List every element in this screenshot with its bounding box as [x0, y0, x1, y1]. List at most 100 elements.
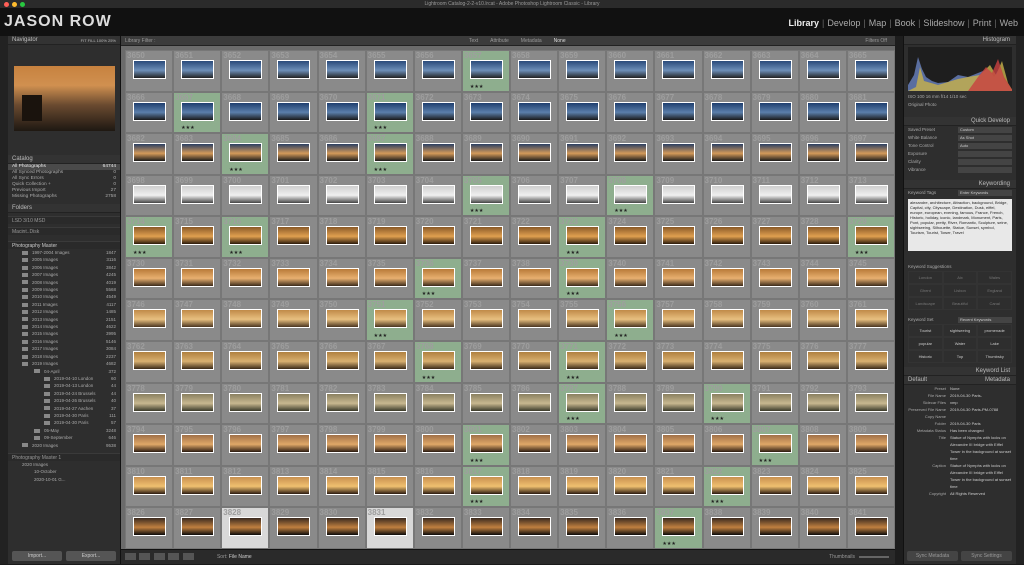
thumbnail-image[interactable]	[518, 392, 551, 412]
thumbnail-image[interactable]	[710, 309, 744, 329]
quick-develop-control[interactable]: As Shot	[958, 135, 1012, 141]
grid-cell[interactable]: 3694	[702, 133, 751, 175]
thumbnail-image[interactable]	[806, 517, 840, 537]
grid-cell[interactable]: 3765	[269, 341, 318, 383]
grid-cell[interactable]: 3709	[654, 174, 703, 217]
thumbnail-image[interactable]	[133, 351, 166, 371]
grid-cell[interactable]: 3710	[702, 174, 751, 217]
thumbnail-image[interactable]	[229, 475, 263, 495]
grid-cell[interactable]: 3733	[269, 257, 318, 300]
module-slideshow[interactable]: Slideshow	[921, 18, 966, 28]
thumbnail-image[interactable]	[421, 267, 455, 287]
metadata-value[interactable]	[950, 413, 1012, 420]
grid-cell[interactable]: 3744	[798, 257, 847, 300]
grid-cell[interactable]: 3659	[558, 50, 607, 92]
thumbnail-image[interactable]	[662, 267, 696, 287]
rating-stars[interactable]: ★★★	[566, 416, 579, 422]
rating-stars[interactable]: ★★★	[711, 416, 724, 422]
thumbnail-image[interactable]	[662, 351, 696, 371]
import-button[interactable]: Import...	[12, 551, 62, 561]
grid-cell[interactable]: 3721	[461, 216, 510, 258]
metadata-value[interactable]: Statue of Nymphs with locks on Alexandre…	[950, 434, 1012, 462]
keyword-list-header[interactable]: Keyword List	[904, 367, 1016, 376]
thumbnail-image[interactable]	[133, 517, 166, 537]
right-panel-scrollbar[interactable]	[1016, 36, 1024, 564]
grid-cell[interactable]: 3743	[750, 257, 799, 300]
thumbnail-image[interactable]	[325, 60, 359, 79]
thumbnail-image[interactable]	[758, 392, 792, 412]
thumbnail-image[interactable]	[662, 101, 696, 121]
thumbnail-image[interactable]	[566, 267, 600, 287]
grid-cell[interactable]: 3781	[269, 382, 318, 425]
thumbnail-image[interactable]	[133, 392, 166, 412]
grid-cell[interactable]: 3668	[221, 91, 270, 134]
catalog-header[interactable]: Catalog	[8, 155, 120, 164]
grid-cell[interactable]: 3784	[413, 382, 462, 425]
keyword-suggestion[interactable]: Aix	[942, 271, 978, 284]
thumbnail-image[interactable]	[229, 392, 263, 412]
keyword-suggestion[interactable]: England	[977, 284, 1012, 297]
rating-stars[interactable]: ★★★	[566, 250, 579, 256]
grid-cell[interactable]: 3697	[846, 133, 895, 175]
keyword-set-item[interactable]: Tourist	[908, 324, 943, 337]
navigator-preview[interactable]	[14, 66, 115, 131]
thumbnail-image[interactable]	[806, 143, 840, 163]
thumbnail-image[interactable]	[133, 60, 166, 79]
grid-cell[interactable]: 3819	[558, 465, 607, 508]
grid-cell[interactable]: 3675	[558, 91, 607, 134]
master-folder-2[interactable]: Photography Master 1	[8, 452, 120, 461]
grid-cell[interactable]: 3681	[846, 91, 895, 134]
metadata-header[interactable]: Default Metadata	[904, 376, 1016, 385]
grid-cell[interactable]: 3829	[269, 507, 318, 549]
grid-cell[interactable]: 3804	[606, 424, 655, 466]
thumbnail-image[interactable]	[710, 267, 744, 287]
volume-2[interactable]: Macint..Disk	[8, 227, 120, 235]
grid-cell[interactable]: 3717	[269, 216, 318, 258]
grid-cell[interactable]: 3840	[798, 507, 847, 549]
master2-item[interactable]: 10-October	[8, 468, 120, 475]
grid-cell[interactable]: 3839	[750, 507, 799, 549]
folder-item[interactable]: 1997-2004 Images 1847	[8, 249, 120, 256]
grid-cell[interactable]: 3779	[173, 382, 222, 425]
original-photo-toggle[interactable]: Original Photo	[904, 101, 1016, 109]
grid-cell[interactable]: 3653	[269, 50, 318, 92]
thumbnail-image[interactable]	[373, 184, 407, 204]
thumbnail-image[interactable]	[277, 351, 311, 371]
grid-cell[interactable]: 3793	[846, 382, 895, 425]
thumbnail-image[interactable]	[710, 392, 744, 412]
grid-cell[interactable]: 3712	[798, 174, 847, 217]
grid-cell[interactable]: 3820	[606, 465, 655, 508]
grid-cell[interactable]: 3783	[365, 382, 414, 425]
thumbnail-image[interactable]	[710, 101, 744, 121]
grid-cell[interactable]: 3695	[750, 133, 799, 175]
grid-cell[interactable]: 3674	[510, 91, 559, 134]
grid-cell[interactable]: 3806	[702, 424, 751, 466]
filter-text[interactable]: Text	[469, 36, 478, 46]
thumbnail-image[interactable]	[469, 351, 503, 371]
rating-stars[interactable]: ★★★	[229, 250, 242, 256]
grid-cell[interactable]: 3815	[365, 465, 414, 508]
grid-cell[interactable]: 3741	[654, 257, 703, 300]
thumbnail-image[interactable]	[181, 392, 215, 412]
thumbnail-image[interactable]	[229, 434, 263, 454]
thumbnail-image[interactable]	[373, 226, 407, 246]
grid-cell[interactable]: 3762	[125, 341, 174, 383]
thumbnail-image[interactable]	[133, 267, 166, 287]
thumbnail-image[interactable]	[325, 517, 359, 537]
grid-cell[interactable]: 3738	[510, 257, 559, 300]
grid-cell[interactable]: 3816	[413, 465, 462, 508]
thumbnail-image[interactable]	[614, 226, 648, 246]
grid-cell[interactable]: 3691	[558, 133, 607, 175]
grid-cell[interactable]: 3802	[510, 424, 559, 466]
master2-item[interactable]: 2020-10-01 G...	[8, 476, 120, 483]
thumbnail-image[interactable]	[277, 143, 311, 163]
grid-cell[interactable]: 3775	[750, 341, 799, 383]
subfolder-item[interactable]: 04-April 372	[8, 368, 120, 375]
grid-cell[interactable]: 3731	[173, 257, 222, 300]
thumbnail-image[interactable]	[421, 434, 455, 454]
grid-cell[interactable]: 3677	[654, 91, 703, 134]
thumbnail-image[interactable]	[277, 226, 311, 246]
keyword-tags-select[interactable]: Enter Keywords	[958, 190, 1012, 196]
grid-cell[interactable]: 3661	[654, 50, 703, 92]
grid-cell[interactable]: 3678	[702, 91, 751, 134]
